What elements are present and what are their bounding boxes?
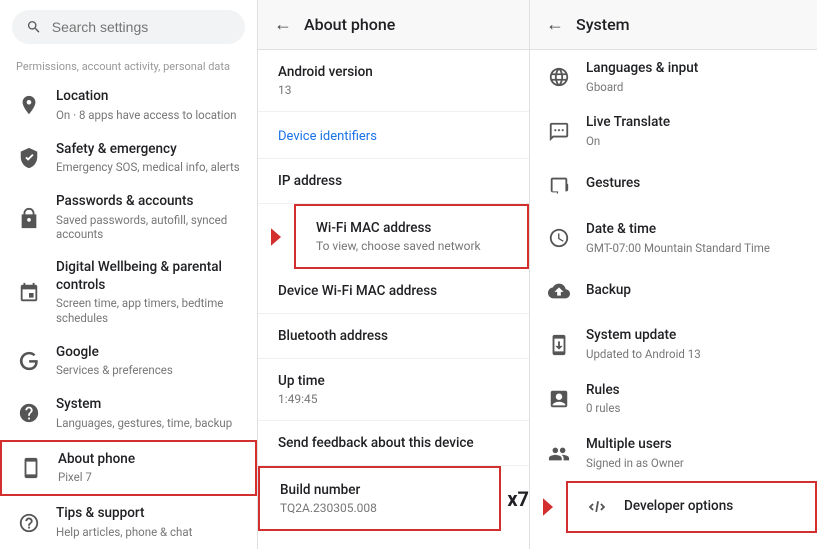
right-panel-header: ← System xyxy=(530,0,817,50)
right-panel-title: System xyxy=(576,15,630,34)
multiple-users-icon xyxy=(546,441,572,467)
search-bar[interactable] xyxy=(12,10,245,44)
multiple-users-text: Multiple users Signed in as Owner xyxy=(586,436,801,470)
sidebar-item-safety[interactable]: Safety & emergency Emergency SOS, medica… xyxy=(0,132,257,185)
digital-wellbeing-text: Digital Wellbeing & parental controls Sc… xyxy=(56,259,241,326)
passwords-icon xyxy=(16,205,42,231)
right-item-gestures[interactable]: Gestures xyxy=(530,159,817,211)
passwords-text: Passwords & accounts Saved passwords, au… xyxy=(56,193,241,242)
backup-icon xyxy=(546,278,572,304)
feedback-item[interactable]: Send feedback about this device xyxy=(258,421,529,466)
right-items-list: Languages & input Gboard Live Translate … xyxy=(530,50,817,549)
rules-icon xyxy=(546,386,572,412)
live-translate-text: Live Translate On xyxy=(586,114,801,148)
right-back-button[interactable]: ← xyxy=(546,14,564,35)
gestures-text: Gestures xyxy=(586,175,801,195)
sidebar-item-google[interactable]: Google Services & preferences xyxy=(0,334,257,387)
rules-text: Rules 0 rules xyxy=(586,382,801,416)
ip-address-item[interactable]: IP address xyxy=(258,159,529,204)
device-identifiers-item[interactable]: Device identifiers xyxy=(258,112,529,159)
backup-text: Backup xyxy=(586,282,801,302)
developer-options-icon xyxy=(584,494,610,520)
arrow-right-icon xyxy=(261,222,291,252)
left-panel: Permissions, account activity, personal … xyxy=(0,0,258,549)
system-icon xyxy=(16,400,42,426)
right-item-system-update[interactable]: System update Updated to Android 13 xyxy=(530,317,817,371)
sidebar-item-about-phone[interactable]: About phone Pixel 7 xyxy=(0,440,257,497)
sidebar-item-digital-wellbeing[interactable]: Digital Wellbeing & parental controls Sc… xyxy=(0,251,257,334)
languages-text: Languages & input Gboard xyxy=(586,60,801,94)
sidebar-item-tips[interactable]: Tips & support Help articles, phone & ch… xyxy=(0,496,257,549)
build-number-item[interactable]: Build number TQ2A.230305.008 xyxy=(258,466,501,531)
safety-text: Safety & emergency Emergency SOS, medica… xyxy=(56,141,241,175)
middle-panel: ← About phone Android version 13 Device … xyxy=(258,0,530,549)
google-text: Google Services & preferences xyxy=(56,344,241,378)
right-item-live-translate[interactable]: Live Translate On xyxy=(530,104,817,158)
sidebar-item-location[interactable]: Location On · 8 apps have access to loca… xyxy=(0,79,257,132)
about-phone-text: About phone Pixel 7 xyxy=(58,451,239,485)
google-icon xyxy=(16,348,42,374)
developer-options-text: Developer options xyxy=(624,498,799,516)
right-item-languages[interactable]: Languages & input Gboard xyxy=(530,50,817,104)
android-version-item[interactable]: Android version 13 xyxy=(258,50,529,112)
right-item-reset-options[interactable]: Reset options xyxy=(530,533,817,549)
sidebar-item-passwords[interactable]: Passwords & accounts Saved passwords, au… xyxy=(0,184,257,251)
right-item-backup[interactable]: Backup xyxy=(530,265,817,317)
uptime-item[interactable]: Up time 1:49:45 xyxy=(258,359,529,421)
bluetooth-item[interactable]: Bluetooth address xyxy=(258,314,529,359)
device-wifi-mac-item[interactable]: Device Wi-Fi MAC address xyxy=(258,269,529,314)
x7-badge: x7 xyxy=(507,487,529,511)
sidebar-item-system[interactable]: System Languages, gestures, time, backup xyxy=(0,387,257,440)
system-update-icon xyxy=(546,332,572,358)
system-text: System Languages, gestures, time, backup xyxy=(56,396,241,430)
date-time-icon xyxy=(546,225,572,251)
right-panel: ← System Languages & input Gboard xyxy=(530,0,817,549)
right-arrow-icon xyxy=(533,492,563,522)
location-text: Location On · 8 apps have access to loca… xyxy=(56,88,241,122)
gestures-icon xyxy=(546,172,572,198)
middle-items-list: Android version 13 Device identifiers IP… xyxy=(258,50,529,549)
middle-panel-header: ← About phone xyxy=(258,0,529,50)
faded-text: Permissions, account activity, personal … xyxy=(0,54,257,79)
live-translate-icon xyxy=(546,119,572,145)
location-icon xyxy=(16,92,42,118)
system-update-text: System update Updated to Android 13 xyxy=(586,327,801,361)
safety-icon xyxy=(16,145,42,171)
right-item-date-time[interactable]: Date & time GMT-07:00 Mountain Standard … xyxy=(530,211,817,265)
tips-text: Tips & support Help articles, phone & ch… xyxy=(56,505,241,539)
right-item-multiple-users[interactable]: Multiple users Signed in as Owner xyxy=(530,426,817,480)
wifi-mac-item[interactable]: Wi-Fi MAC address To view, choose saved … xyxy=(294,204,529,269)
middle-panel-title: About phone xyxy=(304,15,395,34)
search-icon xyxy=(26,18,42,36)
about-phone-icon xyxy=(18,455,44,481)
right-item-rules[interactable]: Rules 0 rules xyxy=(530,372,817,426)
right-item-developer-options[interactable]: Developer options xyxy=(566,481,817,533)
languages-icon xyxy=(546,64,572,90)
digital-wellbeing-icon xyxy=(16,280,42,306)
search-input[interactable] xyxy=(52,19,231,35)
date-time-text: Date & time GMT-07:00 Mountain Standard … xyxy=(586,221,801,255)
tips-icon xyxy=(16,510,42,536)
middle-back-button[interactable]: ← xyxy=(274,14,292,35)
